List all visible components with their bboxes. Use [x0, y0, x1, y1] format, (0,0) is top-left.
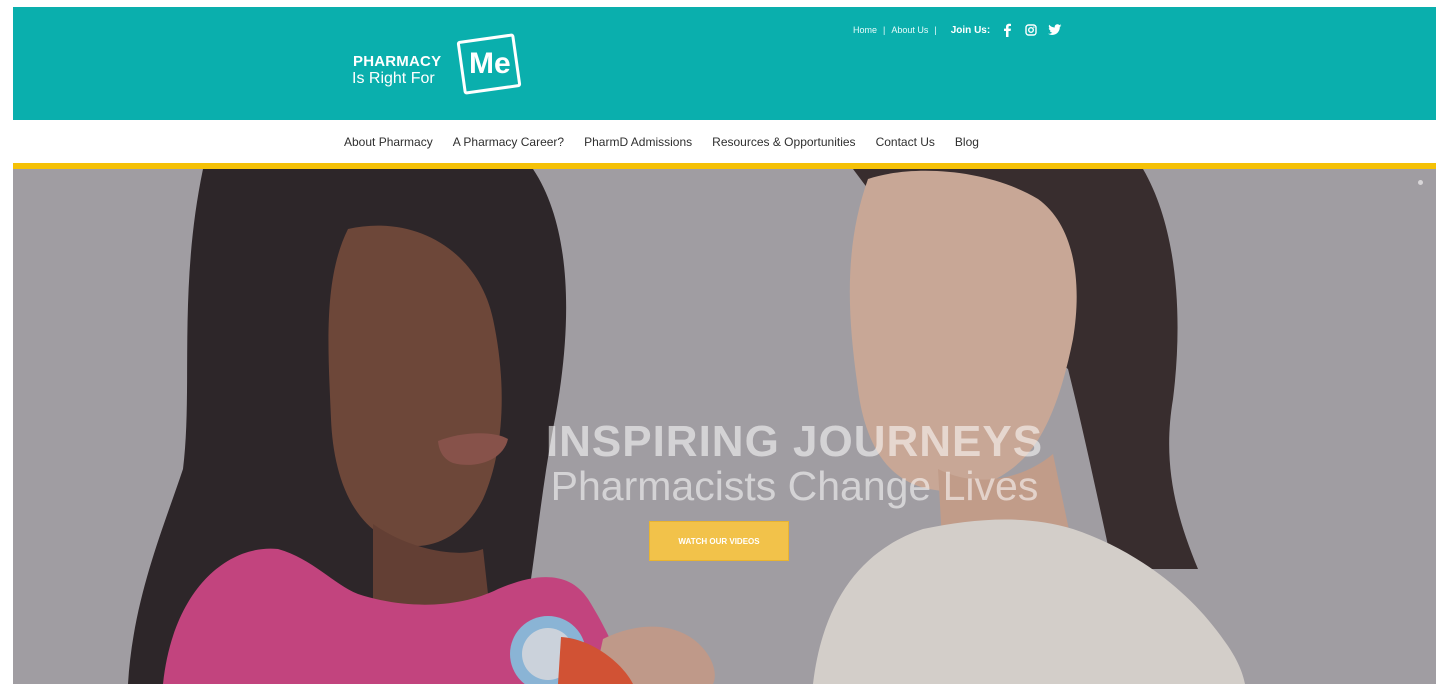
divider: | [934, 25, 937, 35]
twitter-icon[interactable] [1048, 23, 1062, 37]
site-logo[interactable]: PHARMACY Is Right For Me [338, 24, 528, 102]
hero-banner: INSPIRING JOURNEYS Pharmacists Change Li… [13, 169, 1436, 684]
hero-title: INSPIRING JOURNEYS [545, 417, 1044, 466]
page-frame: PHARMACY Is Right For Me Home | About Us… [13, 7, 1436, 684]
nav-pharmd-admissions[interactable]: PharmD Admissions [584, 135, 692, 149]
logo-me-text: Me [468, 46, 511, 80]
top-links: Home | About Us | Join Us: [853, 22, 1062, 38]
nav-blog[interactable]: Blog [955, 135, 979, 149]
nav-contact-us[interactable]: Contact Us [876, 135, 935, 149]
nav-resources-opportunities[interactable]: Resources & Opportunities [712, 135, 855, 149]
slider-dot[interactable] [1418, 180, 1423, 185]
join-us-label: Join Us: [950, 24, 991, 36]
nav-list: About Pharmacy A Pharmacy Career? PharmD… [344, 135, 979, 149]
main-nav: About Pharmacy A Pharmacy Career? PharmD… [13, 120, 1436, 169]
logo-line-2: Is Right For [352, 70, 435, 87]
logo-me-box: Me [456, 33, 522, 95]
about-us-link[interactable]: About Us [891, 25, 928, 35]
home-link[interactable]: Home [853, 25, 877, 35]
divider: | [883, 25, 886, 35]
nav-about-pharmacy[interactable]: About Pharmacy [344, 135, 433, 149]
watch-videos-button[interactable]: WATCH OUR VIDEOS [649, 521, 789, 561]
site-header: PHARMACY Is Right For Me Home | About Us… [13, 7, 1436, 120]
hero-subtitle: Pharmacists Change Lives [550, 463, 1039, 509]
instagram-icon[interactable] [1024, 23, 1038, 37]
nav-pharmacy-career[interactable]: A Pharmacy Career? [453, 135, 564, 149]
facebook-icon[interactable] [1000, 23, 1014, 37]
logo-line-1: PHARMACY [353, 53, 442, 70]
